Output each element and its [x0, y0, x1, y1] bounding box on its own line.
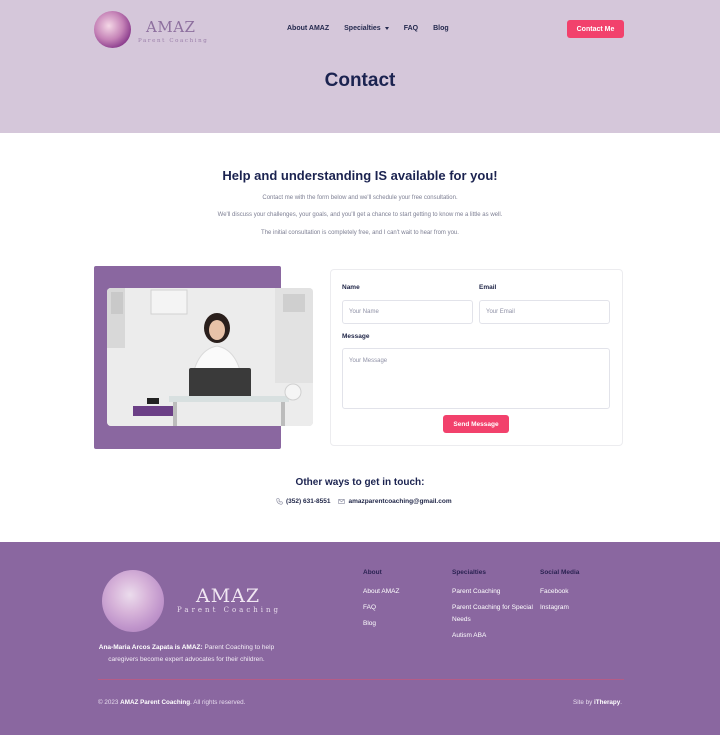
footer-heading-specialties: Specialties	[452, 569, 486, 576]
main-nav: About AMAZ Specialties FAQ Blog	[287, 25, 449, 32]
contact-details: (352) 631-8551 amazparentcoaching@gmail.…	[276, 498, 452, 505]
footer-about: Ana-Maria Arcos Zapata is AMAZ: Parent C…	[98, 642, 275, 665]
intro-heading: Help and understanding IS available for …	[222, 168, 498, 183]
coach-photo	[107, 288, 313, 426]
footer-link-special-needs[interactable]: Parent Coaching for Special Needs	[452, 602, 534, 625]
message-label: Message	[342, 333, 370, 340]
site-credit-link[interactable]: iTherapy	[594, 699, 620, 706]
coach-photo-illustration	[107, 288, 313, 426]
phone-icon	[276, 498, 283, 505]
name-label: Name	[342, 284, 360, 291]
other-ways-heading: Other ways to get in touch:	[295, 477, 425, 488]
footer-link-about-amaz[interactable]: About AMAZ	[363, 586, 400, 598]
footer-logo-tagline: Parent Coaching	[177, 606, 282, 614]
send-message-button[interactable]: Send Message	[443, 415, 509, 433]
footer-heading-about: About	[363, 569, 382, 576]
phone-link[interactable]: (352) 631-8551	[276, 498, 330, 505]
nav-item-specialties[interactable]: Specialties	[344, 25, 389, 32]
email-address: amazparentcoaching@gmail.com	[348, 498, 452, 505]
contact-me-button[interactable]: Contact Me	[567, 20, 624, 38]
site-credit: Site by iTherapy.	[573, 699, 622, 706]
logo-wordmark: AMAZ	[146, 18, 196, 36]
nav-item-label: Specialties	[344, 25, 381, 32]
footer-link-parent-coaching[interactable]: Parent Coaching	[452, 586, 500, 598]
email-link[interactable]: amazparentcoaching@gmail.com	[338, 498, 452, 505]
footer-heading-social: Social Media	[540, 569, 580, 576]
nav-item-faq[interactable]: FAQ	[404, 25, 418, 32]
footer-link-instagram[interactable]: Instagram	[540, 602, 569, 614]
envelope-icon	[338, 499, 346, 504]
site-credit-suffix: .	[620, 699, 622, 706]
copyright-suffix: . All rights reserved.	[190, 699, 246, 706]
copyright-prefix: © 2023	[98, 699, 121, 706]
page-title: Contact	[324, 70, 396, 91]
logo-tagline: Parent Coaching	[138, 38, 209, 44]
footer-link-faq[interactable]: FAQ	[363, 602, 376, 614]
footer-logo-icon	[102, 570, 164, 632]
footer-about-name: Ana-Maria Arcos Zapata is AMAZ:	[98, 644, 203, 651]
footer-link-autism-aba[interactable]: Autism ABA	[452, 630, 486, 642]
nav-item-blog[interactable]: Blog	[433, 25, 449, 32]
chevron-down-icon	[384, 26, 389, 30]
site-credit-prefix: Site by	[573, 699, 594, 706]
logo-mark-icon	[94, 11, 131, 48]
intro-paragraph: The initial consultation is completely f…	[261, 230, 459, 236]
copyright: © 2023 AMAZ Parent Coaching. All rights …	[98, 699, 245, 706]
site-logo[interactable]: AMAZ Parent Coaching	[94, 11, 207, 49]
footer-link-facebook[interactable]: Facebook	[540, 586, 569, 598]
email-label: Email	[479, 284, 497, 291]
name-field[interactable]: Your Name	[342, 300, 473, 324]
footer-link-blog[interactable]: Blog	[363, 618, 376, 630]
site-footer: AMAZ Parent Coaching Ana-Maria Arcos Zap…	[0, 542, 720, 735]
message-field[interactable]: Your Message	[342, 348, 610, 409]
footer-logo-wordmark: AMAZ	[196, 585, 261, 607]
copyright-brand: AMAZ Parent Coaching	[120, 699, 191, 706]
nav-item-about[interactable]: About AMAZ	[287, 25, 329, 32]
email-field[interactable]: Your Email	[479, 300, 610, 324]
phone-number: (352) 631-8551	[286, 498, 331, 505]
intro-paragraph: We'll discuss your challenges, your goal…	[217, 212, 503, 218]
footer-divider	[98, 679, 624, 680]
intro-paragraph: Contact me with the form below and we'll…	[262, 195, 458, 201]
hero-banner: AMAZ Parent Coaching About AMAZ Specialt…	[0, 0, 720, 133]
